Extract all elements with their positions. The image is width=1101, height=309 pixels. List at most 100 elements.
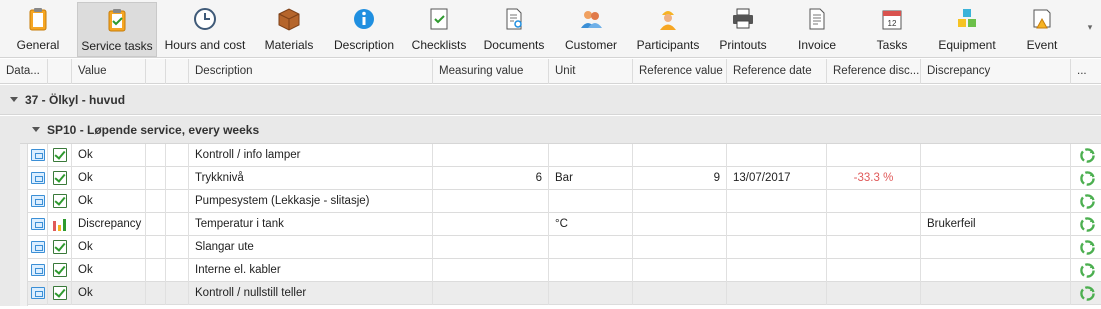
cell-ref-value[interactable]	[633, 259, 727, 282]
ribbon-button-hours-and-cost[interactable]: Hours and cost	[160, 2, 250, 57]
cell-description[interactable]: Temperatur i tank	[189, 213, 433, 236]
col-header-data[interactable]: Data...	[0, 59, 48, 84]
ok-status-cell[interactable]	[28, 236, 48, 259]
ribbon-button-participants[interactable]: Participants	[632, 2, 704, 57]
ribbon-button-event[interactable]: Event	[1014, 2, 1070, 57]
cell-ref-disc[interactable]	[827, 282, 921, 305]
status-icon-cell[interactable]	[48, 167, 72, 190]
table-row[interactable]: Ok Slangar ute	[28, 236, 1101, 259]
cell-unit[interactable]	[549, 259, 633, 282]
cell-description[interactable]: Interne el. kabler	[189, 259, 433, 282]
cell-ref-date[interactable]	[727, 259, 827, 282]
reset-action-cell[interactable]	[1071, 190, 1101, 213]
empty-cell[interactable]	[146, 259, 166, 282]
cell-value[interactable]: Ok	[72, 259, 146, 282]
cell-ref-value[interactable]	[633, 282, 727, 305]
reset-action-cell[interactable]	[1071, 144, 1101, 167]
cell-ref-date[interactable]	[727, 190, 827, 213]
cell-value[interactable]: Ok	[72, 167, 146, 190]
ok-status-cell[interactable]	[28, 190, 48, 213]
col-header-blank[interactable]	[48, 59, 72, 84]
status-icon-cell[interactable]	[48, 213, 72, 236]
ribbon-button-customer[interactable]: Customer	[560, 2, 622, 57]
group-row-level1[interactable]: 37 - Ölkyl - huvud	[0, 85, 1101, 115]
cell-ref-disc[interactable]	[827, 259, 921, 282]
ribbon-button-invoice[interactable]: Invoice	[788, 2, 846, 57]
cell-unit[interactable]: Bar	[549, 167, 633, 190]
ok-status-cell[interactable]	[28, 282, 48, 305]
cell-ref-disc[interactable]	[827, 190, 921, 213]
col-header-reference-discrepancy[interactable]: Reference disc...	[827, 59, 921, 84]
cell-description[interactable]: Pumpesystem (Lekkasje - slitasje)	[189, 190, 433, 213]
cell-value[interactable]: Ok	[72, 190, 146, 213]
ribbon-button-printouts[interactable]: Printouts	[712, 2, 774, 57]
cell-description[interactable]: Trykknivå	[189, 167, 433, 190]
col-header-blank[interactable]	[146, 59, 166, 84]
cell-measuring[interactable]	[433, 144, 549, 167]
table-row[interactable]: Discrepancy Temperatur i tank °C Brukerfeil	[28, 213, 1101, 236]
ok-status-cell[interactable]	[28, 213, 48, 236]
ribbon-button-materials[interactable]: Materials	[258, 2, 320, 57]
cell-value[interactable]: Discrepancy	[72, 213, 146, 236]
cell-unit[interactable]	[549, 190, 633, 213]
empty-cell[interactable]	[166, 144, 189, 167]
ribbon-button-checklists[interactable]: Checklists	[408, 2, 470, 57]
table-row[interactable]: Ok Trykknivå 6 Bar 9 13/07/2017 -33.3 %	[28, 167, 1101, 190]
cell-discrepancy[interactable]	[921, 144, 1071, 167]
table-row[interactable]: Ok Kontroll / info lamper	[28, 144, 1101, 167]
empty-cell[interactable]	[146, 282, 166, 305]
col-header-more[interactable]: ...	[1071, 59, 1101, 84]
ok-status-cell[interactable]	[28, 144, 48, 167]
cell-ref-disc[interactable]	[827, 144, 921, 167]
reset-action-cell[interactable]	[1071, 259, 1101, 282]
col-header-value[interactable]: Value	[72, 59, 146, 84]
col-header-unit[interactable]: Unit	[549, 59, 633, 84]
col-header-measuring-value[interactable]: Measuring value	[433, 59, 549, 84]
table-row[interactable]: Ok Pumpesystem (Lekkasje - slitasje)	[28, 190, 1101, 213]
reset-action-cell[interactable]	[1071, 236, 1101, 259]
cell-ref-disc[interactable]	[827, 236, 921, 259]
recycle-icon[interactable]	[1080, 240, 1095, 255]
ribbon-overflow-icon[interactable]: ▾	[1084, 22, 1096, 36]
cell-value[interactable]: Ok	[72, 282, 146, 305]
cell-ref-value[interactable]	[633, 236, 727, 259]
cell-discrepancy[interactable]	[921, 167, 1071, 190]
empty-cell[interactable]	[166, 236, 189, 259]
status-icon-cell[interactable]	[48, 190, 72, 213]
cell-discrepancy[interactable]	[921, 282, 1071, 305]
col-header-blank[interactable]	[166, 59, 189, 84]
cell-measuring[interactable]	[433, 282, 549, 305]
cell-ref-date[interactable]	[727, 144, 827, 167]
cell-discrepancy[interactable]: Brukerfeil	[921, 213, 1071, 236]
ribbon-button-service-tasks[interactable]: Service tasks	[77, 2, 157, 57]
recycle-icon[interactable]	[1080, 217, 1095, 232]
cell-measuring[interactable]	[433, 213, 549, 236]
col-header-reference-date[interactable]: Reference date	[727, 59, 827, 84]
recycle-icon[interactable]	[1080, 286, 1095, 301]
cell-ref-date[interactable]	[727, 236, 827, 259]
col-header-reference-value[interactable]: Reference value	[633, 59, 727, 84]
empty-cell[interactable]	[166, 282, 189, 305]
empty-cell[interactable]	[146, 144, 166, 167]
reset-action-cell[interactable]	[1071, 167, 1101, 190]
status-icon-cell[interactable]	[48, 259, 72, 282]
ok-status-cell[interactable]	[28, 167, 48, 190]
cell-value[interactable]: Ok	[72, 144, 146, 167]
cell-description[interactable]: Kontroll / nullstill teller	[189, 282, 433, 305]
status-icon-cell[interactable]	[48, 282, 72, 305]
cell-unit[interactable]	[549, 144, 633, 167]
collapse-arrow-icon[interactable]	[10, 97, 18, 103]
table-row[interactable]: Ok Interne el. kabler	[28, 259, 1101, 282]
reset-action-cell[interactable]	[1071, 282, 1101, 305]
cell-unit[interactable]	[549, 236, 633, 259]
cell-measuring[interactable]	[433, 190, 549, 213]
empty-cell[interactable]	[166, 259, 189, 282]
cell-description[interactable]: Kontroll / info lamper	[189, 144, 433, 167]
recycle-icon[interactable]	[1080, 194, 1095, 209]
status-icon-cell[interactable]	[48, 144, 72, 167]
empty-cell[interactable]	[146, 190, 166, 213]
cell-ref-value[interactable]	[633, 144, 727, 167]
empty-cell[interactable]	[166, 190, 189, 213]
cell-ref-value[interactable]: 9	[633, 167, 727, 190]
cell-discrepancy[interactable]	[921, 190, 1071, 213]
